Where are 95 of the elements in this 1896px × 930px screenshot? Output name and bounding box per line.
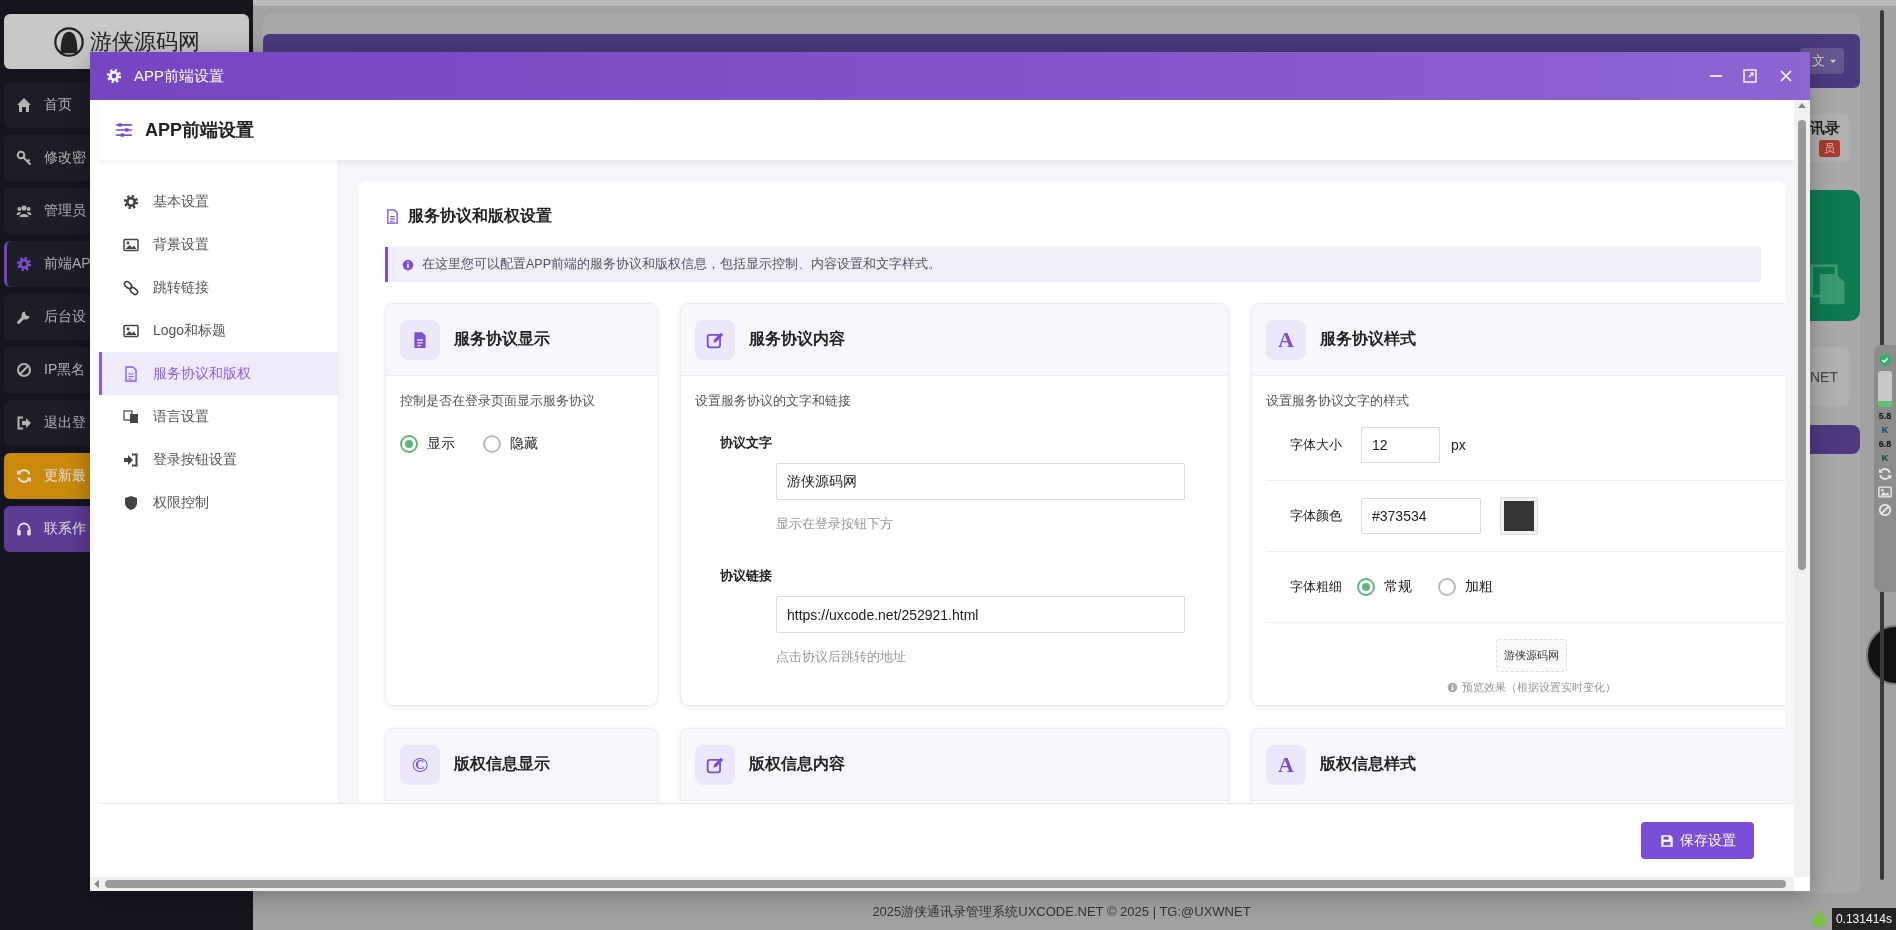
- radio-option[interactable]: 显示: [400, 435, 455, 453]
- unit-label: px: [1451, 437, 1466, 453]
- shield-icon: [123, 494, 139, 511]
- link-icon: [123, 279, 139, 296]
- nav-item[interactable]: 登录按钮设置: [99, 438, 338, 481]
- color-field[interactable]: #373534: [1361, 498, 1481, 534]
- radio-option[interactable]: 常规: [1357, 578, 1412, 596]
- card-title: 版权信息样式: [1320, 754, 1416, 774]
- nav-item[interactable]: 基本设置: [99, 180, 338, 223]
- document-icon: [385, 208, 400, 224]
- edit-icon: [706, 330, 724, 349]
- card-title: 服务协议内容: [749, 329, 845, 349]
- card-title: 服务协议样式: [1320, 329, 1416, 349]
- radio-option[interactable]: 隐藏: [483, 435, 538, 453]
- text-field[interactable]: https://uxcode.net/252921.html: [776, 596, 1185, 633]
- speed-reading: 6.8: [1878, 439, 1892, 449]
- image-icon: [123, 322, 139, 339]
- card-title: 版权信息内容: [749, 754, 845, 774]
- maximize-icon: [1742, 68, 1758, 84]
- card-description: 控制是否在登录页面显示服务协议: [400, 392, 596, 410]
- letter-icon: ©: [400, 744, 440, 785]
- document-icon: [123, 365, 139, 382]
- key-icon: [16, 150, 32, 166]
- field-label: 协议链接: [720, 567, 773, 585]
- horizontal-scrollbar[interactable]: [90, 877, 1794, 891]
- modal-title: APP前端设置: [134, 66, 225, 86]
- radio-option[interactable]: 加粗: [1438, 578, 1493, 596]
- radio-button[interactable]: [400, 435, 418, 453]
- exit-icon: [16, 415, 32, 431]
- ban-icon: [16, 362, 32, 378]
- image-icon: [123, 236, 139, 253]
- card-description: 设置服务协议文字的样式: [1266, 392, 1410, 410]
- letter-icon: A: [1266, 319, 1306, 360]
- card-description: 设置服务协议的文字和链接: [695, 392, 852, 410]
- check-shield-icon: [1878, 353, 1892, 367]
- image-icon: [1878, 485, 1892, 499]
- logo-text: 游侠源码网: [89, 27, 200, 56]
- setting-label: 字体粗细: [1290, 578, 1343, 596]
- nav-item[interactable]: 权限控制: [99, 481, 338, 524]
- card-title: 服务协议显示: [454, 329, 550, 349]
- document-icon: [411, 330, 429, 349]
- info-icon: [1446, 682, 1458, 693]
- stat-title: 讯录: [1810, 119, 1840, 138]
- preview-caption: 预览效果（根据设置实时变化）: [1461, 680, 1616, 695]
- save-icon: [1659, 833, 1674, 848]
- gear-icon: [123, 193, 139, 210]
- gear-icon: [16, 256, 32, 272]
- speed-unit: K: [1881, 453, 1889, 463]
- field-hint: 点击协议后跳转的地址: [776, 648, 907, 666]
- radio-button[interactable]: [1357, 578, 1375, 596]
- number-field[interactable]: 12: [1361, 427, 1440, 463]
- hooded-figure-icon: [53, 26, 84, 57]
- speed-reading: 5.8: [1878, 411, 1892, 421]
- setting-label: 字体大小: [1290, 436, 1343, 454]
- nav-item[interactable]: 背景设置: [99, 223, 338, 266]
- maximize-button[interactable]: [1742, 68, 1758, 84]
- nav-item[interactable]: 跳转链接: [99, 266, 338, 309]
- preview-text: 游侠源码网: [1495, 639, 1567, 672]
- users-icon: [16, 203, 32, 219]
- gear-icon: [106, 68, 122, 84]
- home-icon: [16, 97, 32, 113]
- text-field[interactable]: 游侠源码网: [776, 463, 1185, 500]
- close-icon: [1778, 68, 1794, 84]
- setting-label: 字体颜色: [1290, 507, 1343, 525]
- section-title: 服务协议和版权设置: [408, 205, 552, 226]
- info-text: 在这里您可以配置APP前端的服务协议和版权信息，包括显示控制、内容设置和文字样式。: [422, 256, 941, 273]
- vertical-scrollbar[interactable]: [1794, 100, 1810, 877]
- field-label: 协议文字: [720, 434, 773, 452]
- load-time: 0.131414s: [1831, 908, 1896, 930]
- headset-icon: [16, 521, 32, 537]
- nav-item[interactable]: 语言设置: [99, 395, 338, 438]
- gauge-icon: [1878, 371, 1892, 407]
- letter-icon: A: [1266, 744, 1306, 785]
- speed-unit: K: [1881, 425, 1889, 435]
- radio-button[interactable]: [1438, 578, 1456, 596]
- save-button[interactable]: 保存设置: [1641, 822, 1754, 859]
- minimize-icon: [1710, 75, 1722, 77]
- site-text: NET: [1810, 368, 1838, 385]
- sign-in-icon: [123, 451, 139, 468]
- stat-badge: 员: [1819, 140, 1840, 157]
- edit-icon: [706, 755, 724, 774]
- copyright-text: 2025游侠通讯录管理系统UXCODE.NET © 2025 | TG:@UXWNET: [872, 902, 1251, 921]
- info-icon: [402, 258, 414, 271]
- sliders-icon: [115, 121, 133, 139]
- wrench-icon: [16, 309, 32, 325]
- card-title: 版权信息显示: [454, 754, 550, 774]
- nav-item[interactable]: Logo和标题: [99, 309, 338, 352]
- panel-title: APP前端设置: [145, 119, 254, 142]
- radio-button[interactable]: [483, 435, 501, 453]
- color-swatch[interactable]: [1500, 497, 1538, 535]
- close-button[interactable]: [1778, 68, 1794, 84]
- refresh-icon: [16, 468, 32, 484]
- nav-item[interactable]: 服务协议和版权: [99, 352, 338, 395]
- translate-icon: [123, 408, 139, 425]
- field-hint: 显示在登录按钮下方: [776, 515, 894, 533]
